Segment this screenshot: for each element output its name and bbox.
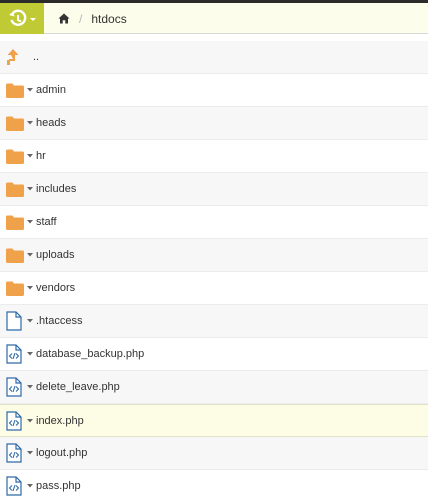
chevron-down-icon[interactable] [27, 451, 35, 455]
top-bar: / htdocs [0, 0, 428, 34]
chevron-down-icon[interactable] [27, 88, 35, 92]
file-name: logout.php [36, 447, 88, 459]
chevron-down-icon[interactable] [27, 385, 35, 389]
file-name: database_backup.php [36, 348, 145, 360]
breadcrumb-separator: / [79, 11, 83, 26]
file-name: pass.php [36, 480, 81, 492]
file-name: index.php [36, 414, 84, 427]
arrow-up-icon [6, 48, 30, 66]
file-row-vendors[interactable]: vendors [0, 272, 428, 305]
file-row-htaccess[interactable]: .htaccess [0, 305, 428, 338]
home-icon[interactable] [58, 13, 70, 24]
chevron-down-icon[interactable] [27, 286, 35, 290]
file-name: staff [36, 216, 57, 228]
file-row-includes[interactable]: includes [0, 173, 428, 206]
file-row-delete-leave-php[interactable]: delete_leave.php [0, 371, 428, 404]
chevron-down-icon[interactable] [27, 352, 35, 356]
file-name: hr [36, 150, 46, 162]
chevron-down-icon[interactable] [27, 220, 35, 224]
file-name: vendors [36, 282, 76, 294]
chevron-down-icon[interactable] [27, 154, 35, 158]
app-menu-button[interactable] [0, 3, 44, 34]
chevron-down-icon[interactable] [27, 187, 35, 191]
file-row-staff[interactable]: staff [0, 206, 428, 239]
chevron-down-icon[interactable] [27, 484, 35, 488]
chevron-down-icon[interactable] [27, 319, 35, 323]
file-name: uploads [36, 249, 75, 261]
file-name: admin [36, 84, 66, 96]
file-row-index-php[interactable]: index.php [0, 404, 428, 437]
file-row-admin[interactable]: admin [0, 74, 428, 107]
chevron-down-icon[interactable] [27, 418, 35, 423]
file-name: .htaccess [36, 315, 83, 327]
file-row-uploads[interactable]: uploads [0, 239, 428, 272]
history-icon [9, 9, 36, 26]
file-name: includes [36, 183, 77, 195]
breadcrumb-current[interactable]: htdocs [91, 12, 126, 26]
parent-directory-row[interactable]: .. [0, 41, 428, 74]
breadcrumb: / htdocs [58, 3, 127, 34]
file-name: heads [36, 117, 66, 129]
chevron-down-icon[interactable] [27, 121, 35, 125]
file-name: .. [33, 51, 40, 63]
file-list: .. admin heads hr includes staff uploads vendor… [0, 41, 428, 500]
file-row-pass-php[interactable]: pass.php [0, 470, 428, 500]
file-row-database-backup-php[interactable]: database_backup.php [0, 338, 428, 371]
file-row-hr[interactable]: hr [0, 140, 428, 173]
file-name: delete_leave.php [36, 381, 120, 393]
chevron-down-icon[interactable] [27, 253, 35, 257]
file-row-heads[interactable]: heads [0, 107, 428, 140]
file-row-logout-php[interactable]: logout.php [0, 437, 428, 470]
